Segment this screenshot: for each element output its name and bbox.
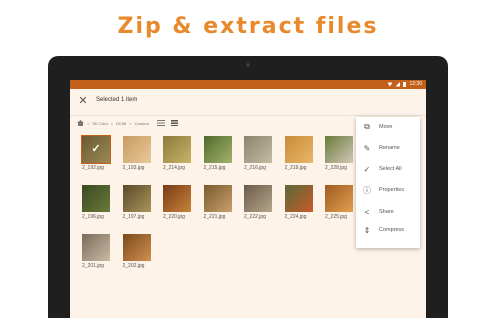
- path-separator: >: [110, 120, 114, 126]
- file-tile[interactable]: 2_202.jpg: [122, 234, 155, 269]
- status-time: 12:30: [409, 81, 422, 87]
- menu-item-label: Rename: [379, 145, 400, 151]
- file-thumbnail[interactable]: [325, 185, 353, 212]
- menu-item-label: Select All: [379, 166, 402, 172]
- menu-item-label: Properties: [379, 187, 405, 193]
- home-icon[interactable]: [77, 120, 84, 126]
- tablet-frame: 12:30 ✕ Selected 1 item > SD Card > DCIM…: [48, 56, 448, 318]
- signal-icon: [395, 81, 401, 87]
- file-name: 2_225.jpg: [325, 214, 347, 220]
- file-tile[interactable]: 2_201.jpg: [82, 234, 114, 269]
- file-thumbnail[interactable]: ✓: [81, 135, 111, 164]
- file-name: 2_192.jpg: [82, 165, 104, 171]
- file-thumbnail[interactable]: [82, 234, 110, 261]
- file-thumbnail[interactable]: [244, 185, 272, 212]
- file-tile[interactable]: 2_197.jpg: [122, 185, 155, 220]
- close-icon[interactable]: ✕: [76, 94, 90, 108]
- checkmark-icon: ✓: [91, 143, 101, 155]
- path-separator: >: [87, 120, 90, 126]
- file-thumbnail[interactable]: [325, 136, 353, 163]
- info-icon: ⓘ: [363, 185, 371, 195]
- context-menu: ⧉ Move ✎ Rename ✓ Select All ⓘ Properties < Share…: [356, 117, 420, 248]
- selection-toolbar: ✕ Selected 1 item: [70, 89, 426, 116]
- copy-icon: ⧉: [364, 122, 370, 131]
- file-tile[interactable]: 2_228.jpg: [325, 136, 357, 171]
- file-name: 2_216.jpg: [244, 165, 266, 171]
- menu-item-label: Compress: [379, 227, 405, 233]
- file-thumbnail[interactable]: [203, 136, 232, 163]
- menu-item-move[interactable]: ⧉ Move: [356, 117, 420, 137]
- menu-item-label: Share: [379, 209, 394, 215]
- battery-icon: [403, 81, 407, 87]
- file-thumbnail[interactable]: [244, 136, 272, 163]
- file-tile[interactable]: 2_216.jpg: [244, 136, 276, 171]
- sort-icon[interactable]: [156, 120, 165, 126]
- menu-item-properties[interactable]: ⓘ Properties: [356, 180, 420, 200]
- status-bar: 12:30: [70, 80, 426, 89]
- file-tile[interactable]: 2_214.jpg: [163, 136, 195, 171]
- path-separator: >: [129, 120, 132, 126]
- file-tile[interactable]: 2_224.jpg: [284, 185, 317, 220]
- menu-item-share[interactable]: < Share: [356, 202, 420, 222]
- file-tile[interactable]: 2_225.jpg: [325, 185, 357, 220]
- file-name: 2_221.jpg: [203, 214, 226, 220]
- menu-item-label: Move: [379, 124, 393, 130]
- file-thumbnail[interactable]: [284, 185, 313, 212]
- double-check-icon: ✓: [363, 164, 371, 174]
- breadcrumb-dcim[interactable]: DCIM: [116, 121, 126, 126]
- file-thumbnail[interactable]: [163, 136, 191, 163]
- file-tile[interactable]: 2_196.jpg: [82, 185, 114, 220]
- menu-item-compress[interactable]: ⇕ Compress: [356, 220, 420, 240]
- file-tile[interactable]: 2_193.jpg: [122, 136, 155, 171]
- breadcrumb-sd-card[interactable]: SD Card: [92, 121, 107, 126]
- file-thumbnail[interactable]: [163, 185, 191, 212]
- file-name: 2_219.jpg: [284, 165, 307, 171]
- file-tile[interactable]: 2_219.jpg: [284, 136, 317, 171]
- file-thumbnail[interactable]: [203, 185, 232, 212]
- file-tile[interactable]: ✓ 2_192.jpg: [81, 135, 114, 171]
- file-tile[interactable]: 2_215.jpg: [203, 136, 236, 171]
- share-icon: <: [364, 207, 370, 217]
- file-name: 2_215.jpg: [203, 165, 226, 171]
- file-name: 2_222.jpg: [244, 214, 266, 220]
- file-name: 2_196.jpg: [82, 214, 104, 220]
- file-name: 2_214.jpg: [163, 165, 185, 171]
- file-tile[interactable]: 2_221.jpg: [203, 185, 236, 220]
- headline: Zip & extract files: [117, 14, 379, 39]
- file-name: 2_224.jpg: [284, 214, 307, 220]
- file-name: 2_193.jpg: [122, 165, 145, 171]
- breadcrumb-camera[interactable]: Camera: [135, 121, 149, 126]
- file-name: 2_228.jpg: [325, 165, 347, 171]
- selection-title: Selected 1 item: [96, 97, 138, 103]
- file-thumbnail[interactable]: [122, 234, 151, 261]
- list-view-icon[interactable]: [170, 120, 178, 126]
- file-thumbnail[interactable]: [122, 136, 151, 163]
- file-thumbnail[interactable]: [122, 185, 151, 212]
- file-thumbnail[interactable]: [284, 136, 313, 163]
- app-screen: 12:30 ✕ Selected 1 item > SD Card > DCIM…: [70, 80, 426, 318]
- file-name: 2_202.jpg: [122, 263, 145, 269]
- file-name: 2_220.jpg: [163, 214, 185, 220]
- file-name: 2_201.jpg: [82, 263, 104, 269]
- menu-item-select-all[interactable]: ✓ Select All: [356, 159, 420, 179]
- file-tile[interactable]: 2_222.jpg: [244, 185, 276, 220]
- camera-dot: [246, 63, 250, 67]
- compress-icon: ⇕: [363, 225, 371, 235]
- file-thumbnail[interactable]: [82, 185, 110, 212]
- file-tile[interactable]: 2_220.jpg: [163, 185, 195, 220]
- menu-item-rename[interactable]: ✎ Rename: [356, 138, 420, 158]
- pencil-icon: ✎: [363, 143, 371, 153]
- wifi-icon: [387, 82, 393, 87]
- file-name: 2_197.jpg: [122, 214, 145, 220]
